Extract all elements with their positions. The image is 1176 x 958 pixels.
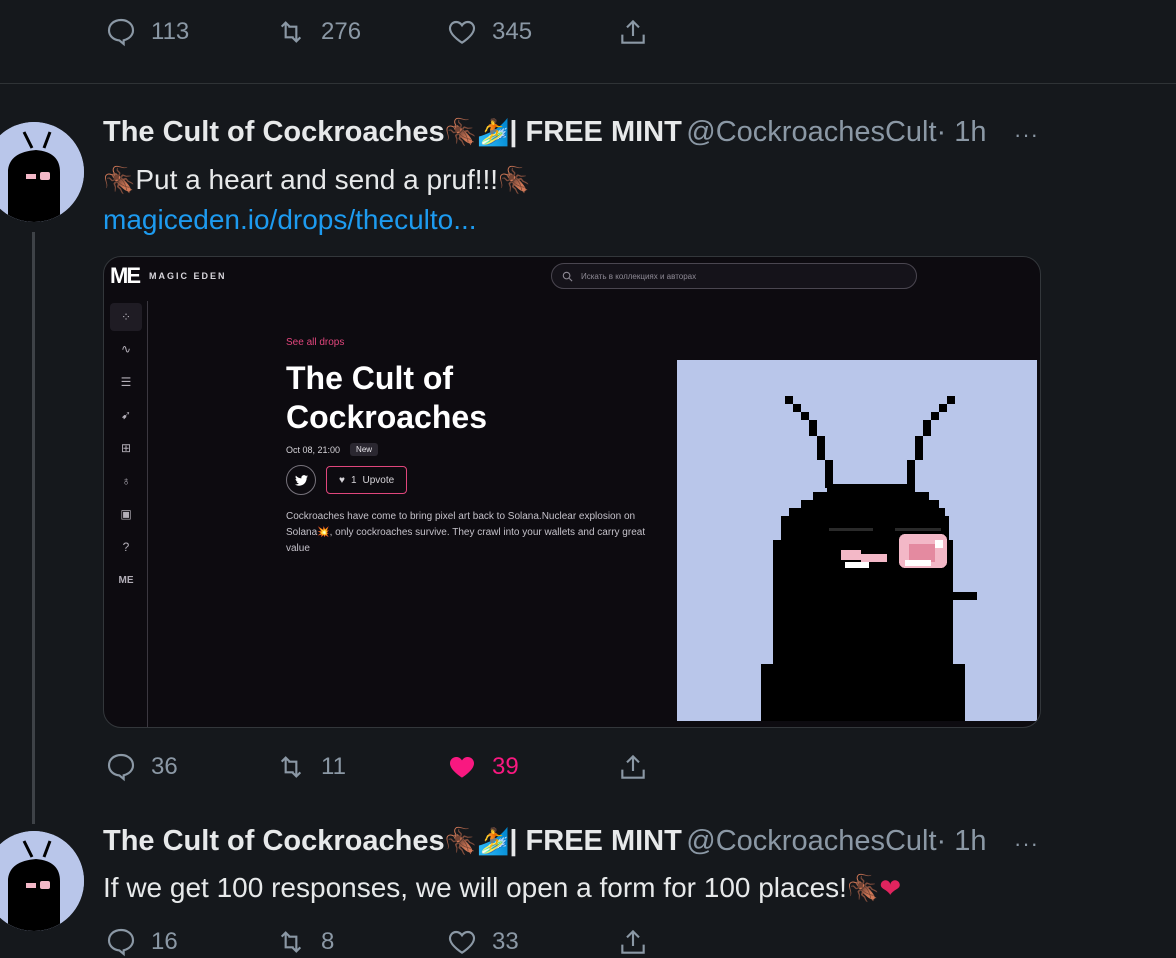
see-all-drops-link[interactable]: See all drops xyxy=(286,337,344,348)
reply-count: 113 xyxy=(151,18,190,45)
cockroach-emoji-icon: 🪳 xyxy=(103,165,136,195)
me-nav-rocket-icon[interactable]: ➹ xyxy=(110,401,142,429)
me-nav-gamepad-icon[interactable]: ⊞ xyxy=(110,434,142,462)
link-preview-card[interactable]: ME MAGIC EDEN Искать в коллекциях и авто… xyxy=(103,256,1041,728)
cockroach-emoji-icon: 🪳 xyxy=(498,165,531,195)
search-icon xyxy=(562,271,573,281)
retweet-count: 276 xyxy=(321,18,362,45)
share-button[interactable] xyxy=(617,751,649,783)
reply-icon xyxy=(107,18,135,47)
upvote-button[interactable]: ♥ 1 Upvote xyxy=(326,466,408,494)
drop-title-line2: Cockroaches xyxy=(286,399,487,435)
drop-title-line1: The Cult of xyxy=(286,360,454,396)
surfboard-emoji-icon: 🏄 xyxy=(477,826,510,856)
share-button[interactable] xyxy=(617,926,649,958)
timestamp[interactable]: · 1h xyxy=(937,825,987,857)
heart-outline-icon xyxy=(448,930,476,954)
me-search-placeholder: Искать в коллекциях и авторах xyxy=(581,271,697,281)
like-button[interactable]: 345 xyxy=(446,16,532,48)
tweet-text-line: 🪳Put a heart and send a pruf!!!🪳 xyxy=(103,164,530,196)
share-icon xyxy=(621,929,645,954)
heart-outline-icon xyxy=(448,20,476,44)
cockroach-emoji-icon: 🪳 xyxy=(846,873,880,903)
me-brand: MAGIC EDEN xyxy=(149,271,227,281)
tweet-text: Put a heart and send a pruf!!! xyxy=(135,164,499,195)
retweet-icon xyxy=(280,931,302,953)
me-search-input[interactable]: Искать в коллекциях и авторах xyxy=(551,263,917,289)
retweet-icon xyxy=(280,756,302,778)
reply-button[interactable]: 113 xyxy=(105,16,189,48)
cockroach-emoji-icon: 🪳 xyxy=(444,117,477,147)
red-heart-emoji-icon: ❤ xyxy=(879,873,902,903)
more-options-button[interactable]: ··· xyxy=(1014,831,1039,857)
retweet-button[interactable]: 8 xyxy=(275,926,334,958)
retweet-button[interactable]: 11 xyxy=(275,751,346,783)
me-nav-activity-icon[interactable]: ∿ xyxy=(110,335,142,363)
display-name[interactable]: The Cult of Cockroaches xyxy=(103,825,445,857)
heart-filled-icon xyxy=(450,757,474,778)
me-nav-book-icon[interactable]: ▣ xyxy=(110,500,142,528)
share-icon xyxy=(621,754,645,779)
tweet-divider xyxy=(0,83,1176,84)
handle[interactable]: @CockroachesCult xyxy=(686,825,936,857)
upvote-label: Upvote xyxy=(362,474,395,486)
retweet-icon xyxy=(280,21,302,43)
thread-line xyxy=(32,232,35,824)
heart-icon: ♥ xyxy=(339,474,345,486)
retweet-count: 8 xyxy=(321,928,335,955)
like-count: 39 xyxy=(492,753,519,780)
cockroach-avatar-icon xyxy=(0,122,84,222)
display-name[interactable]: The Cult of Cockroaches xyxy=(103,116,445,148)
like-count: 345 xyxy=(492,18,533,45)
drop-meta: Oct 08, 21:00 New xyxy=(286,443,379,456)
me-nav-award-icon[interactable]: ♁ xyxy=(110,467,142,495)
new-badge: New xyxy=(350,443,379,456)
like-count: 33 xyxy=(492,928,519,955)
drop-date: Oct 08, 21:00 xyxy=(286,444,341,455)
name-suffix: | FREE MINT xyxy=(509,825,682,857)
retweet-count: 11 xyxy=(321,753,346,780)
reply-button[interactable]: 16 xyxy=(105,926,178,958)
reply-count: 16 xyxy=(151,928,178,955)
me-nav-logo-icon[interactable]: ME xyxy=(110,566,142,594)
me-logo: ME xyxy=(110,263,141,288)
cockroach-emoji-icon: 🪳 xyxy=(444,826,477,856)
retweet-button[interactable]: 276 xyxy=(275,16,361,48)
avatar[interactable] xyxy=(0,122,84,222)
timestamp[interactable]: · 1h xyxy=(937,116,987,148)
drop-actions: ♥ 1 Upvote xyxy=(286,465,408,495)
more-options-button[interactable]: ··· xyxy=(1014,122,1039,148)
drop-image[interactable] xyxy=(677,360,1037,721)
tweet-link[interactable]: magiceden.io/drops/theculto... xyxy=(103,204,477,236)
share-icon xyxy=(621,19,645,44)
like-button[interactable]: 33 xyxy=(446,926,519,958)
tweet-header: The Cult of Cockroaches🪳🏄| FREE MINT @Co… xyxy=(103,825,987,858)
tweet-header: The Cult of Cockroaches🪳🏄| FREE MINT @Co… xyxy=(103,116,987,149)
reply-count: 36 xyxy=(151,753,178,780)
cockroach-avatar-icon xyxy=(0,831,84,931)
me-nav-home-icon[interactable]: ⁘ xyxy=(110,303,142,331)
me-nav-list-icon[interactable]: ☰ xyxy=(110,368,142,396)
tweet-text: If we get 100 responses, we will open a … xyxy=(103,872,847,903)
reply-icon xyxy=(107,928,135,957)
reply-button[interactable]: 36 xyxy=(105,751,178,783)
twitter-bird-icon xyxy=(294,474,308,486)
drop-description: Cockroaches have come to bring pixel art… xyxy=(286,511,646,554)
drop-title: The Cult of Cockroaches xyxy=(286,359,487,437)
twitter-button[interactable] xyxy=(286,465,316,495)
share-button[interactable] xyxy=(617,16,649,48)
cockroach-pixel-art-image xyxy=(761,396,977,721)
me-header: ME MAGIC EDEN xyxy=(110,263,227,289)
name-suffix: | FREE MINT xyxy=(509,116,682,148)
avatar[interactable] xyxy=(0,831,84,931)
surfboard-emoji-icon: 🏄 xyxy=(477,117,510,147)
like-button[interactable]: 39 xyxy=(446,751,519,783)
tweet-text-line: If we get 100 responses, we will open a … xyxy=(103,872,901,904)
me-nav-help-icon[interactable]: ? xyxy=(110,533,142,561)
upvote-count: 1 xyxy=(350,474,357,486)
me-sidebar-divider xyxy=(147,301,148,727)
handle[interactable]: @CockroachesCult xyxy=(686,116,936,148)
reply-icon xyxy=(107,753,135,782)
